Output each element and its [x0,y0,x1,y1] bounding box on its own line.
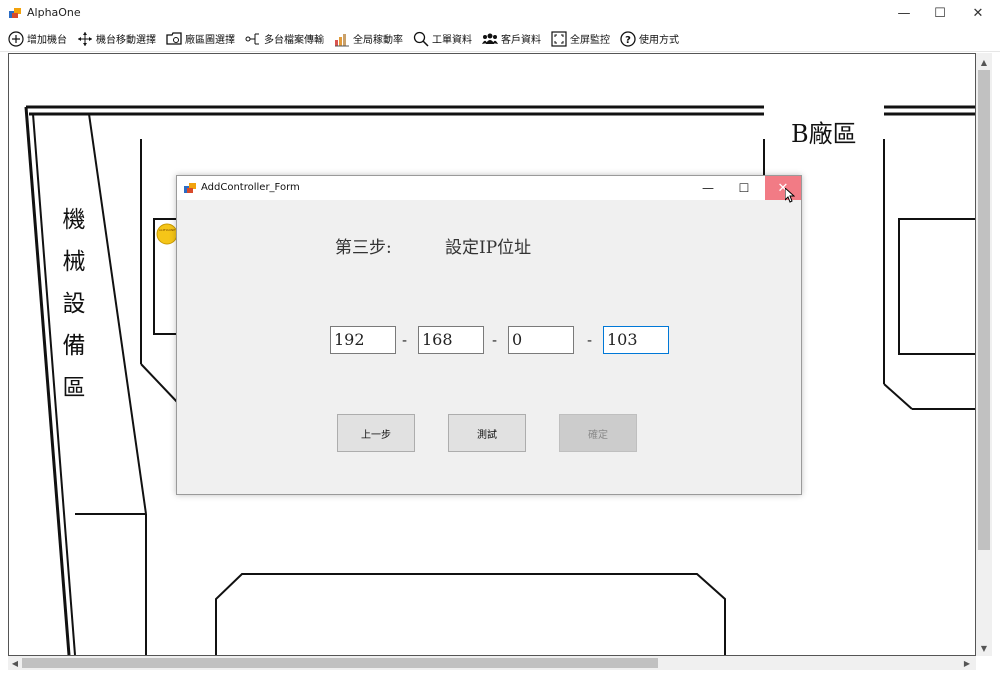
toolbar-label: 機台移動選擇 [96,35,156,46]
zone-machine-char: 區 [62,375,86,401]
ip-octet-1-input[interactable]: 192 [330,326,396,354]
minimize-button[interactable]: — [886,0,922,26]
scroll-right-icon[interactable]: ▶ [960,656,974,670]
ip-octet-2-input[interactable]: 168 [418,326,484,354]
users-icon [482,31,498,47]
dialog-close-button[interactable]: ✕ [765,176,801,200]
ip-octet-3-input[interactable]: 0 [508,326,574,354]
toolbar-customer-button[interactable]: 客戶資料 [482,28,541,50]
zone-machine-char: 機 [62,207,86,233]
toolbar-move-machine-button[interactable]: 機台移動選擇 [77,28,156,50]
back-button[interactable]: 上一步 [337,414,415,452]
toolbar-add-machine-button[interactable]: 增加機台 [8,28,67,50]
app-title: AlphaOne [27,6,81,19]
add-controller-dialog: AddController_Form — ☐ ✕ 第三步: 設定IP位址 192… [176,175,802,495]
transfer-icon [245,31,261,47]
toolbar-work-order-button[interactable]: 工單資料 [413,28,472,50]
close-button[interactable]: ✕ [960,0,996,26]
toolbar: 增加機台 機台移動選擇 廠區圖選擇 多台檔案傳輸 全局稼動率 工單資料 客戶資料… [0,26,1000,52]
ip-separator: - [587,333,593,349]
toolbar-help-button[interactable]: ? 使用方式 [620,28,679,50]
window-titlebar: AlphaOne — ☐ ✕ [0,0,1000,26]
zone-machine-char: 備 [62,333,86,359]
scroll-left-icon[interactable]: ◀ [8,656,22,670]
bar-chart-icon [334,31,350,47]
toolbar-label: 增加機台 [27,35,67,46]
vertical-scroll-thumb[interactable] [978,70,990,550]
zone-b-label: B廠區 [791,120,857,148]
scroll-up-icon[interactable]: ▲ [977,55,991,69]
toolbar-file-transfer-button[interactable]: 多台檔案傳輸 [245,28,324,50]
mouse-cursor-icon [785,188,795,203]
machine-status-icon [156,223,178,245]
dialog-titlebar: AddController_Form — ☐ ✕ [177,176,801,200]
zone-machine-label: 機 械 設 備 區 [59,199,89,409]
ip-separator: - [492,333,498,349]
fullscreen-icon [551,30,567,47]
step-description: 設定IP位址 [445,238,532,258]
zone-machine-char: 設 [62,291,86,317]
dialog-title: AddController_Form [201,182,300,193]
dialog-logo-icon [184,182,197,194]
move-icon [77,31,93,47]
toolbar-label: 多台檔案傳輸 [264,35,324,46]
svg-text:?: ? [625,35,631,46]
toolbar-label: 廠區圖選擇 [185,35,235,46]
test-button[interactable]: 測試 [448,414,526,452]
zone-machine-char: 械 [62,249,86,275]
dialog-maximize-button[interactable]: ☐ [729,176,759,200]
maximize-button[interactable]: ☐ [922,0,958,26]
scroll-down-icon[interactable]: ▼ [977,641,991,655]
toolbar-utilization-button[interactable]: 全局稼動率 [334,28,403,50]
toolbar-label: 客戶資料 [501,35,541,46]
toolbar-fullscreen-button[interactable]: 全屏監控 [551,28,610,50]
ip-octet-4-input[interactable]: 103 [603,326,669,354]
ip-separator: - [402,333,408,349]
horizontal-scroll-thumb[interactable] [22,658,658,668]
help-icon: ? [620,30,636,47]
toolbar-label: 全屏監控 [570,35,610,46]
confirm-button: 確定 [559,414,637,452]
search-icon [413,31,429,47]
step-label: 第三步: [335,238,392,258]
toolbar-label: 全局稼動率 [353,35,403,46]
dialog-minimize-button[interactable]: — [693,176,723,200]
toolbar-label: 使用方式 [639,35,679,46]
app-logo-icon [9,7,22,19]
add-circle-icon [8,30,24,47]
toolbar-label: 工單資料 [432,35,472,46]
folder-image-icon [166,31,182,47]
toolbar-factory-map-button[interactable]: 廠區圖選擇 [166,28,235,50]
